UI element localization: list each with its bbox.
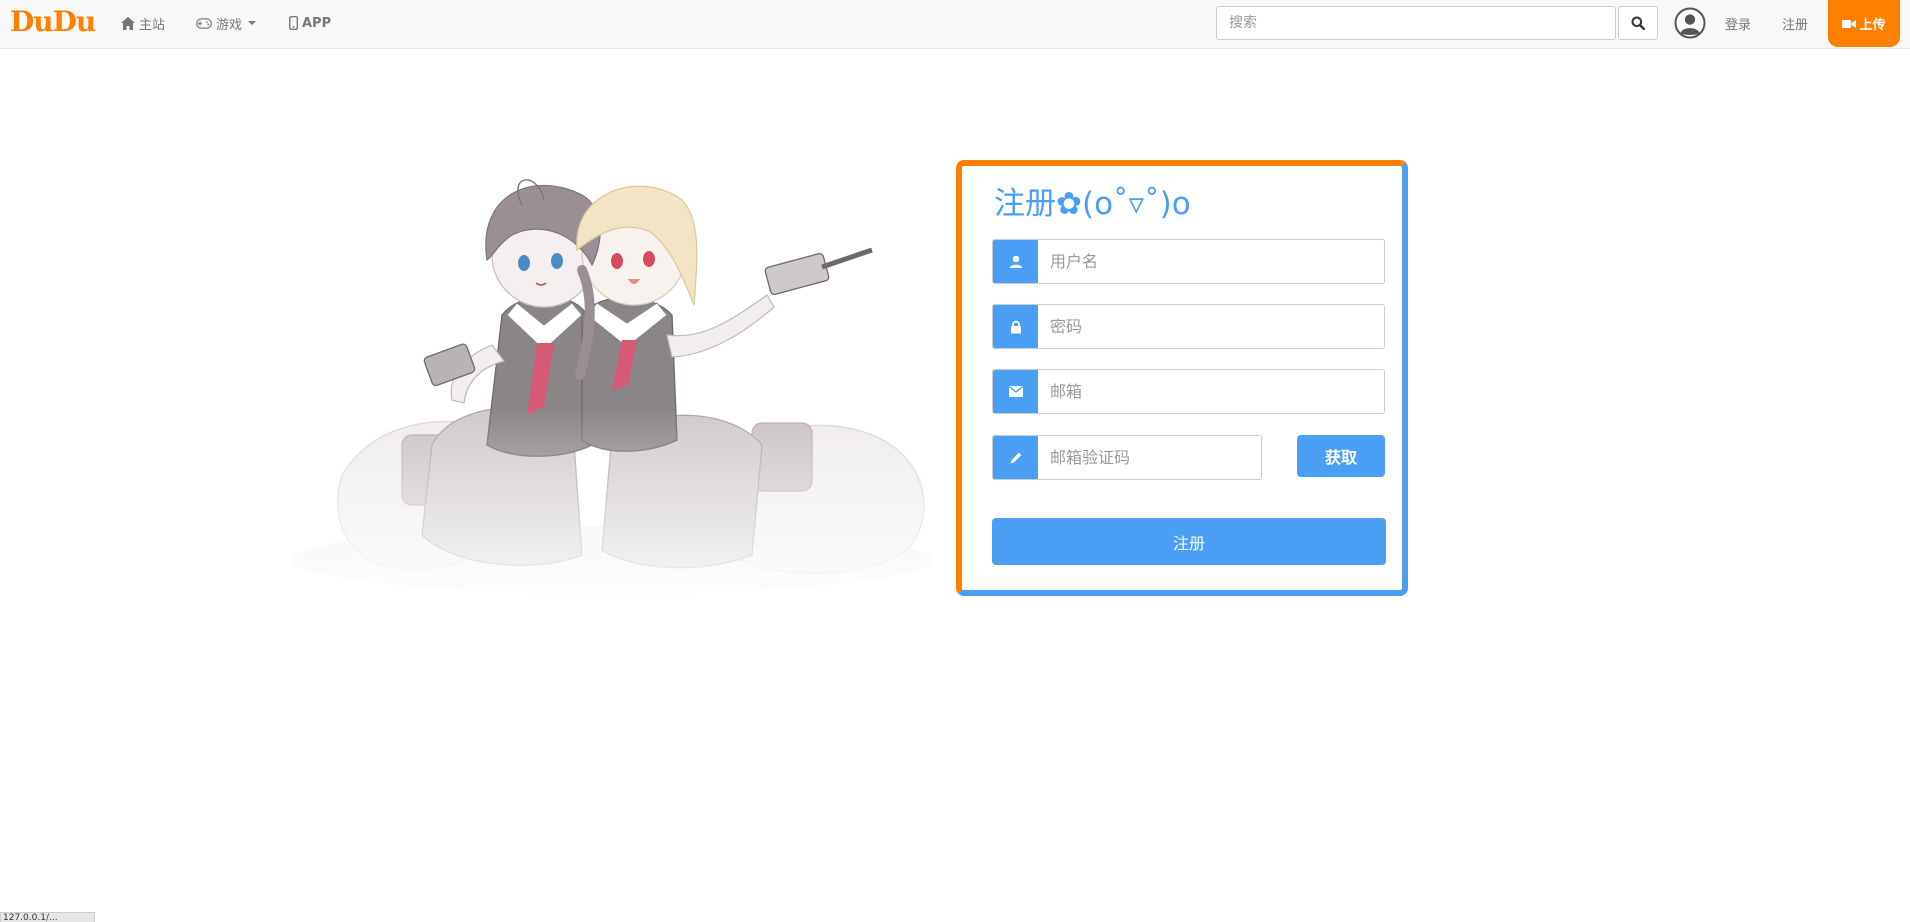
email-code-input[interactable] xyxy=(1038,436,1261,479)
nav-games-label: 游戏 xyxy=(216,17,243,33)
password-field-group xyxy=(992,304,1385,349)
nav-register-label: 注册 xyxy=(1782,17,1809,33)
nav-register-link[interactable]: 注册 xyxy=(1782,0,1808,46)
nav-login-link[interactable]: 登录 xyxy=(1725,0,1751,46)
register-title: 注册✿(o˚▿˚)o xyxy=(994,186,1191,222)
nav-app-label: APP xyxy=(302,15,332,31)
upload-label: 上传 xyxy=(1859,18,1886,33)
email-code-field-group xyxy=(992,435,1262,480)
anime-girls-illustration xyxy=(282,175,942,595)
email-field-group xyxy=(992,369,1385,414)
upload-button[interactable]: 上传 xyxy=(1828,0,1900,47)
nav-home-label: 主站 xyxy=(139,17,166,33)
register-submit-button[interactable]: 注册 xyxy=(992,518,1386,565)
pencil-icon xyxy=(993,436,1038,479)
chevron-down-icon xyxy=(248,21,257,25)
password-input[interactable] xyxy=(1038,305,1384,348)
nav-games-dropdown[interactable]: 游戏 xyxy=(196,0,257,46)
nav-home-link[interactable]: 主站 xyxy=(121,0,165,46)
top-navbar: DuDu 主站 游戏 APP 搜索 登录 注册 上传 xyxy=(0,0,1910,49)
register-card: 注册✿(o˚▿˚)o 用户名 邮箱 邮箱验证码 获取 注册 xyxy=(956,160,1408,596)
nav-login-label: 登录 xyxy=(1725,17,1752,33)
search-input[interactable] xyxy=(1216,6,1616,40)
search-button[interactable] xyxy=(1618,6,1658,40)
get-code-button[interactable]: 获取 xyxy=(1297,435,1385,477)
lock-icon xyxy=(993,305,1038,348)
mobile-icon xyxy=(289,16,298,30)
envelope-icon xyxy=(993,370,1038,413)
nav-app-link[interactable]: APP xyxy=(289,0,331,46)
email-input[interactable] xyxy=(1038,370,1384,413)
status-bar-url: 127.0.0.1/... xyxy=(0,912,95,922)
gamepad-icon xyxy=(196,17,212,29)
user-icon xyxy=(993,240,1038,283)
brand-logo[interactable]: DuDu xyxy=(10,4,96,40)
username-field-group xyxy=(992,239,1385,284)
search-icon xyxy=(1631,16,1645,30)
user-avatar-icon[interactable] xyxy=(1674,7,1706,39)
username-input[interactable] xyxy=(1038,240,1384,283)
video-camera-icon xyxy=(1842,19,1857,28)
home-icon xyxy=(121,16,135,30)
